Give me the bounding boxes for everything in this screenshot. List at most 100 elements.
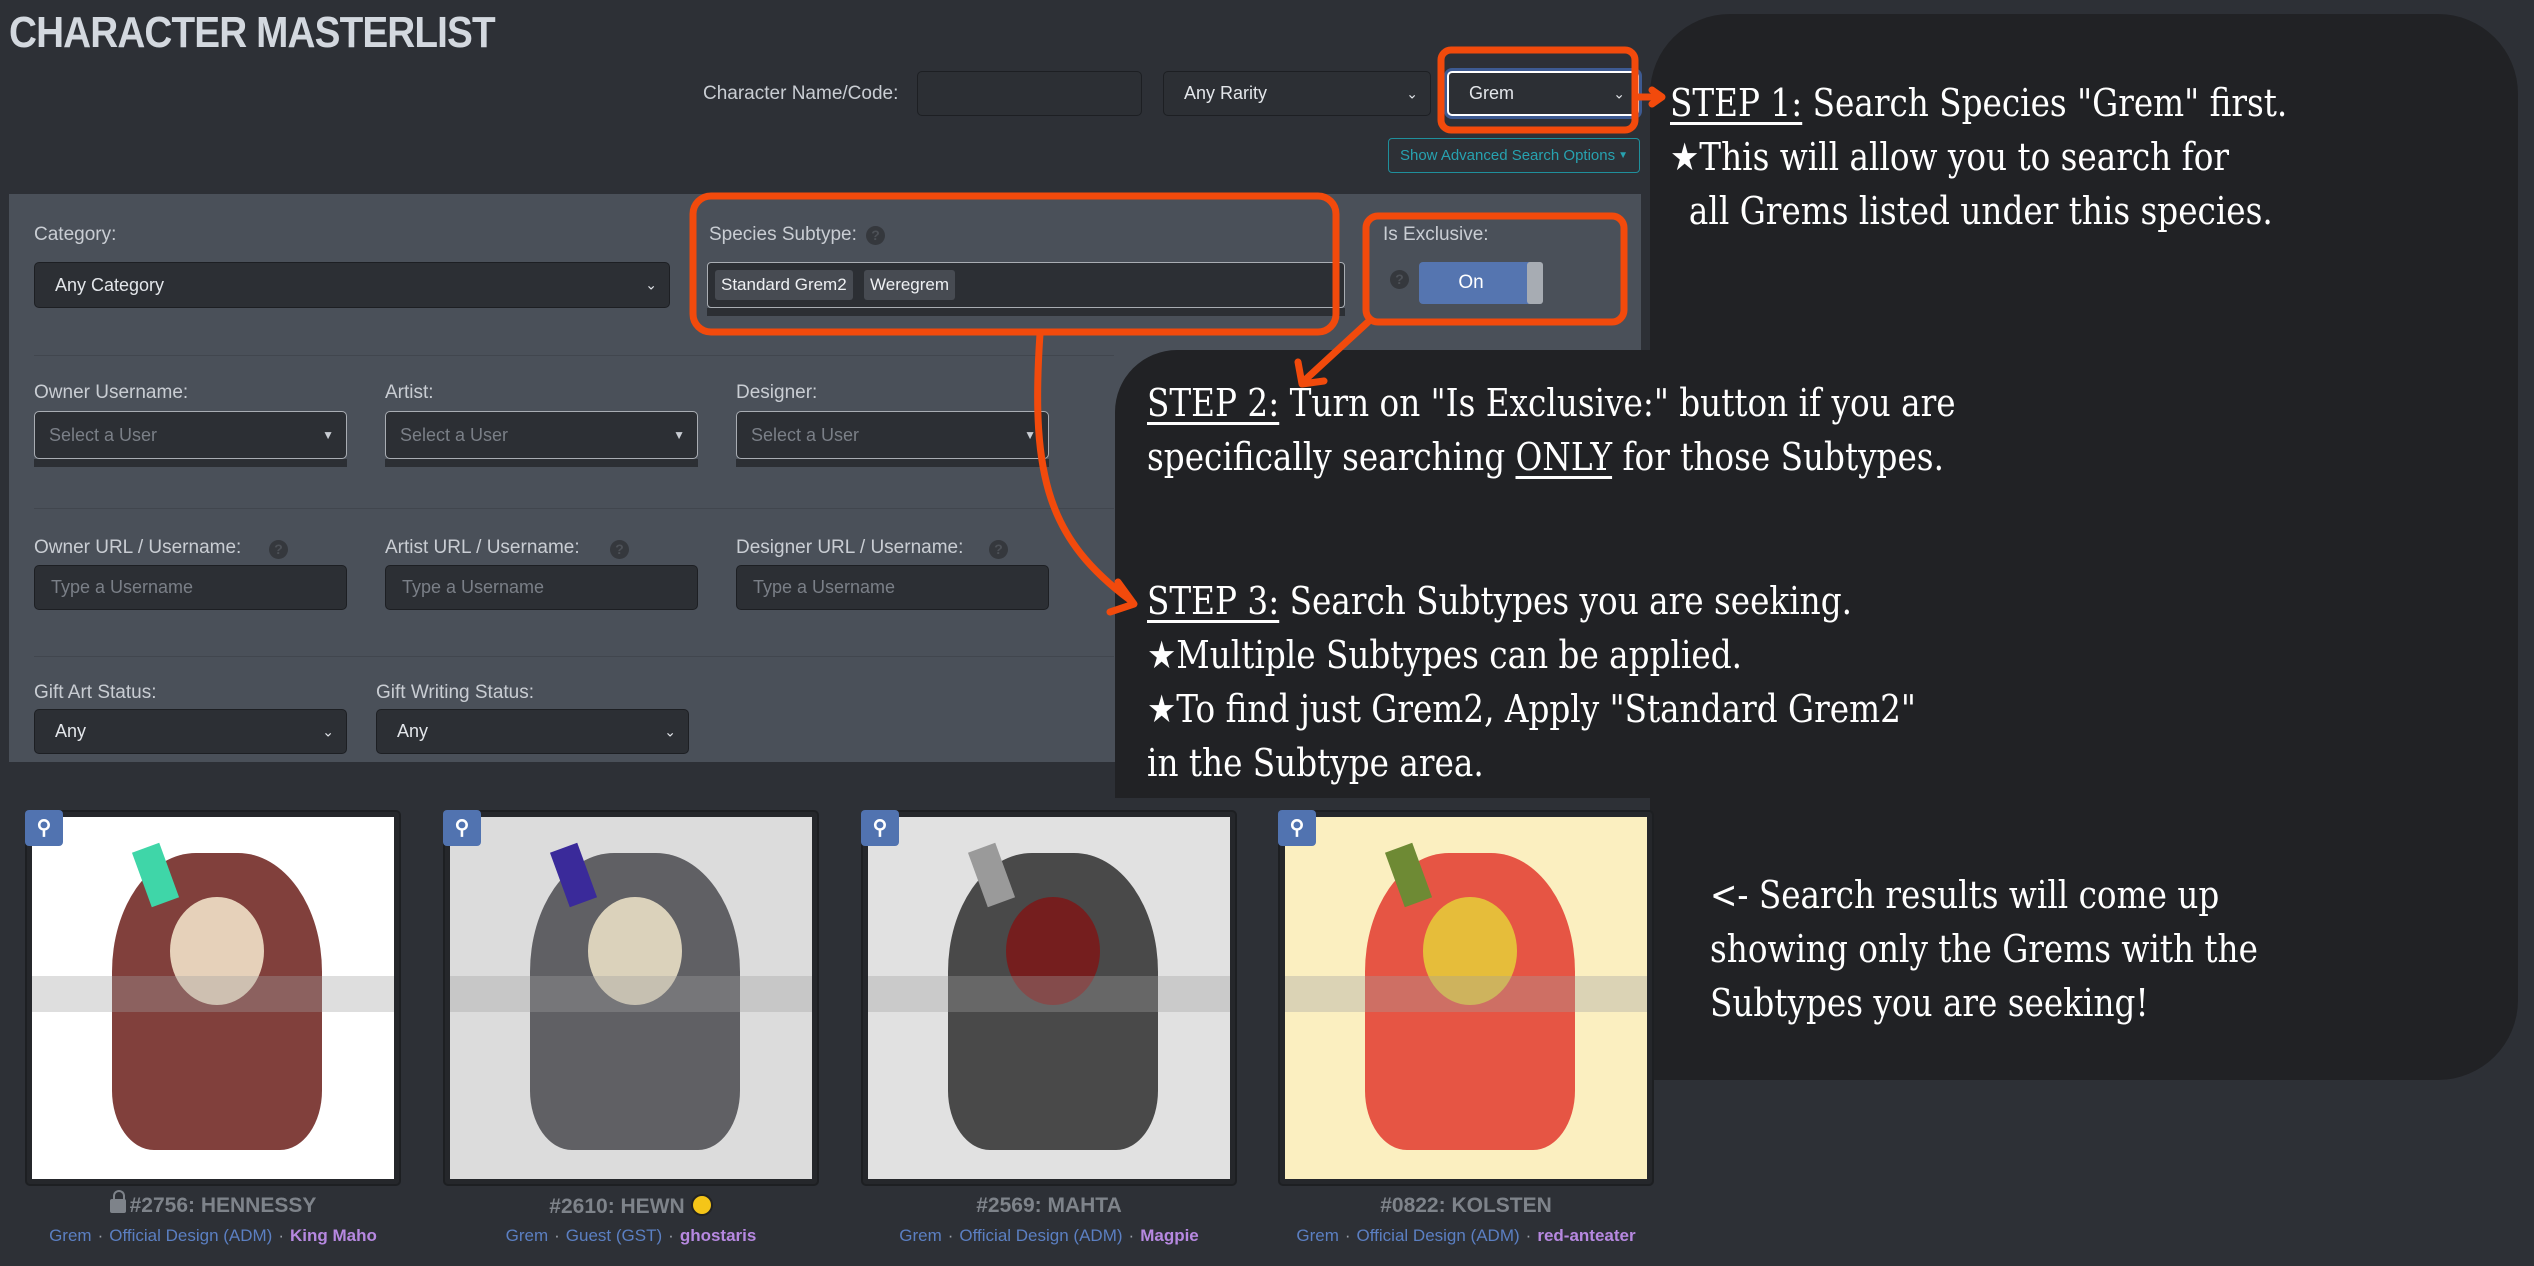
artist-placeholder: Select a User bbox=[400, 424, 509, 445]
chevron-down-icon: ⌄ bbox=[664, 723, 676, 739]
step3-note: STEP 3: Search Subtypes you are seeking.… bbox=[1147, 574, 1916, 790]
species-value: Grem bbox=[1469, 83, 1514, 103]
character-title[interactable]: #0822: KOLSTEN bbox=[1278, 1194, 1654, 1218]
separator-dot: · bbox=[1525, 1226, 1532, 1245]
step1-note: STEP 1: Search Species "Grem" first. ★Th… bbox=[1670, 76, 2287, 238]
category-link[interactable]: Official Design (ADM) bbox=[959, 1226, 1122, 1245]
search-icon[interactable]: ⚲ bbox=[1278, 810, 1316, 846]
step2-line2a: specifically searching bbox=[1147, 435, 1516, 479]
species-link[interactable]: Grem bbox=[1296, 1226, 1339, 1245]
species-link[interactable]: Grem bbox=[49, 1226, 92, 1245]
designer-url-input[interactable]: Type a Username bbox=[736, 565, 1049, 610]
step2-heading: STEP 2: bbox=[1147, 381, 1280, 425]
character-card[interactable]: ⚲ bbox=[861, 810, 1237, 1186]
advanced-toggle-label: Show Advanced Search Options bbox=[1399, 147, 1616, 164]
character-title-text[interactable]: #2610: HEWN bbox=[549, 1195, 684, 1218]
step1-text: Search Species "Grem" first. bbox=[1802, 81, 2288, 125]
help-icon[interactable]: ? bbox=[610, 540, 629, 559]
species-link[interactable]: Grem bbox=[899, 1226, 942, 1245]
step1-line2: ★This will allow you to search for bbox=[1670, 135, 2230, 179]
is-exclusive-label: Is Exclusive: bbox=[1383, 224, 1489, 245]
artist-url-placeholder: Type a Username bbox=[402, 577, 545, 597]
owner-placeholder: Select a User bbox=[49, 424, 158, 445]
step2-text: Turn on "Is Exclusive:" button if you ar… bbox=[1279, 381, 1956, 425]
character-name-label: Character Name/Code: bbox=[703, 83, 899, 104]
species-select[interactable]: Grem ⌄ bbox=[1447, 71, 1639, 116]
character-title[interactable]: #2569: MAHTA bbox=[861, 1194, 1237, 1218]
owner-username-select[interactable]: Select a User ▼ bbox=[34, 411, 347, 467]
divider bbox=[34, 355, 1114, 356]
caret-down-icon: ▼ bbox=[322, 428, 334, 442]
owner-link[interactable]: Magpie bbox=[1140, 1226, 1199, 1245]
character-name-input[interactable] bbox=[917, 71, 1142, 116]
owner-link[interactable]: King Maho bbox=[290, 1226, 377, 1245]
character-title[interactable]: #2756: HENNESSY bbox=[25, 1190, 401, 1218]
toggle-state: On bbox=[1458, 272, 1484, 293]
step1-line3: all Grems listed under this species. bbox=[1688, 189, 2273, 233]
subtype-chip[interactable]: Standard Grem2 bbox=[715, 270, 853, 300]
character-thumbnail[interactable] bbox=[1285, 817, 1647, 1179]
gift-writing-status-label: Gift Writing Status: bbox=[376, 682, 535, 703]
artist-url-input[interactable]: Type a Username bbox=[385, 565, 698, 610]
gift-writing-status-select[interactable]: Any ⌄ bbox=[376, 709, 689, 754]
help-icon[interactable]: ? bbox=[866, 226, 885, 245]
coin-icon bbox=[690, 1194, 713, 1216]
step3-text: Search Subtypes you are seeking. bbox=[1279, 579, 1853, 623]
gift-art-value: Any bbox=[55, 721, 87, 741]
gift-art-status-label: Gift Art Status: bbox=[34, 682, 157, 703]
caret-down-icon: ▼ bbox=[673, 428, 685, 442]
step2-line2b: for those Subtypes. bbox=[1612, 435, 1944, 479]
character-thumbnail[interactable] bbox=[450, 817, 812, 1179]
gift-art-status-select[interactable]: Any ⌄ bbox=[34, 709, 347, 754]
step3-line3: ★To find just Grem2, Apply "Standard Gre… bbox=[1147, 687, 1916, 731]
character-title[interactable]: #2610: HEWN bbox=[443, 1194, 819, 1219]
chevron-down-icon: ⌄ bbox=[322, 723, 334, 739]
show-advanced-search-button[interactable]: Show Advanced Search Options ▼ bbox=[1388, 138, 1640, 173]
help-icon[interactable]: ? bbox=[1390, 270, 1409, 289]
designer-placeholder: Select a User bbox=[751, 424, 860, 445]
owner-link[interactable]: red-anteater bbox=[1537, 1226, 1635, 1245]
separator-dot: · bbox=[947, 1226, 954, 1245]
separator-dot: · bbox=[1344, 1226, 1351, 1245]
search-icon[interactable]: ⚲ bbox=[443, 810, 481, 846]
character-title-text[interactable]: #0822: KOLSTEN bbox=[1380, 1194, 1552, 1217]
help-icon[interactable]: ? bbox=[269, 540, 288, 559]
owner-link[interactable]: ghostaris bbox=[680, 1226, 757, 1245]
search-icon[interactable]: ⚲ bbox=[25, 810, 63, 846]
owner-url-input[interactable]: Type a Username bbox=[34, 565, 347, 610]
separator-dot: · bbox=[97, 1226, 104, 1245]
artist-select[interactable]: Select a User ▼ bbox=[385, 411, 698, 467]
character-card[interactable]: ⚲ bbox=[443, 810, 819, 1186]
character-title-text[interactable]: #2756: HENNESSY bbox=[130, 1194, 317, 1217]
character-thumbnail[interactable] bbox=[868, 817, 1230, 1179]
species-link[interactable]: Grem bbox=[506, 1226, 549, 1245]
caret-down-icon: ▼ bbox=[1024, 428, 1036, 442]
species-subtype-label: Species Subtype: bbox=[709, 224, 857, 245]
character-meta: Grem · Official Design (ADM) · King Maho bbox=[25, 1226, 401, 1246]
character-title-text[interactable]: #2569: MAHTA bbox=[976, 1194, 1121, 1217]
chevron-down-icon: ⌄ bbox=[1406, 85, 1418, 101]
species-subtype-multiselect[interactable]: Standard Grem2 Weregrem bbox=[707, 262, 1345, 316]
separator-dot: · bbox=[554, 1226, 560, 1245]
help-icon[interactable]: ? bbox=[989, 540, 1008, 559]
category-link[interactable]: Official Design (ADM) bbox=[109, 1226, 272, 1245]
is-exclusive-toggle[interactable]: On bbox=[1419, 262, 1543, 304]
toggle-knob[interactable] bbox=[1527, 262, 1543, 304]
category-link[interactable]: Guest (GST) bbox=[566, 1226, 662, 1245]
character-thumbnail[interactable] bbox=[32, 817, 394, 1179]
results-line2: showing only the Grems with the bbox=[1710, 927, 2258, 971]
category-link[interactable]: Official Design (ADM) bbox=[1357, 1226, 1520, 1245]
search-icon[interactable]: ⚲ bbox=[861, 810, 899, 846]
artist-url-label: Artist URL / Username: bbox=[385, 537, 580, 558]
designer-select[interactable]: Select a User ▼ bbox=[736, 411, 1049, 467]
results-line3: Subtypes you are seeking! bbox=[1710, 981, 2149, 1025]
category-select[interactable]: Any Category ⌄ bbox=[34, 262, 670, 308]
owner-username-label: Owner Username: bbox=[34, 382, 189, 403]
character-card[interactable]: ⚲ bbox=[1278, 810, 1654, 1186]
caret-down-icon: ▼ bbox=[1618, 150, 1629, 161]
designer-url-label: Designer URL / Username: bbox=[736, 537, 964, 558]
character-card[interactable]: ⚲ bbox=[25, 810, 401, 1186]
rarity-select[interactable]: Any Rarity ⌄ bbox=[1163, 71, 1431, 116]
results-line1: <- Search results will come up bbox=[1710, 873, 2220, 917]
subtype-chip[interactable]: Weregrem bbox=[864, 270, 956, 300]
